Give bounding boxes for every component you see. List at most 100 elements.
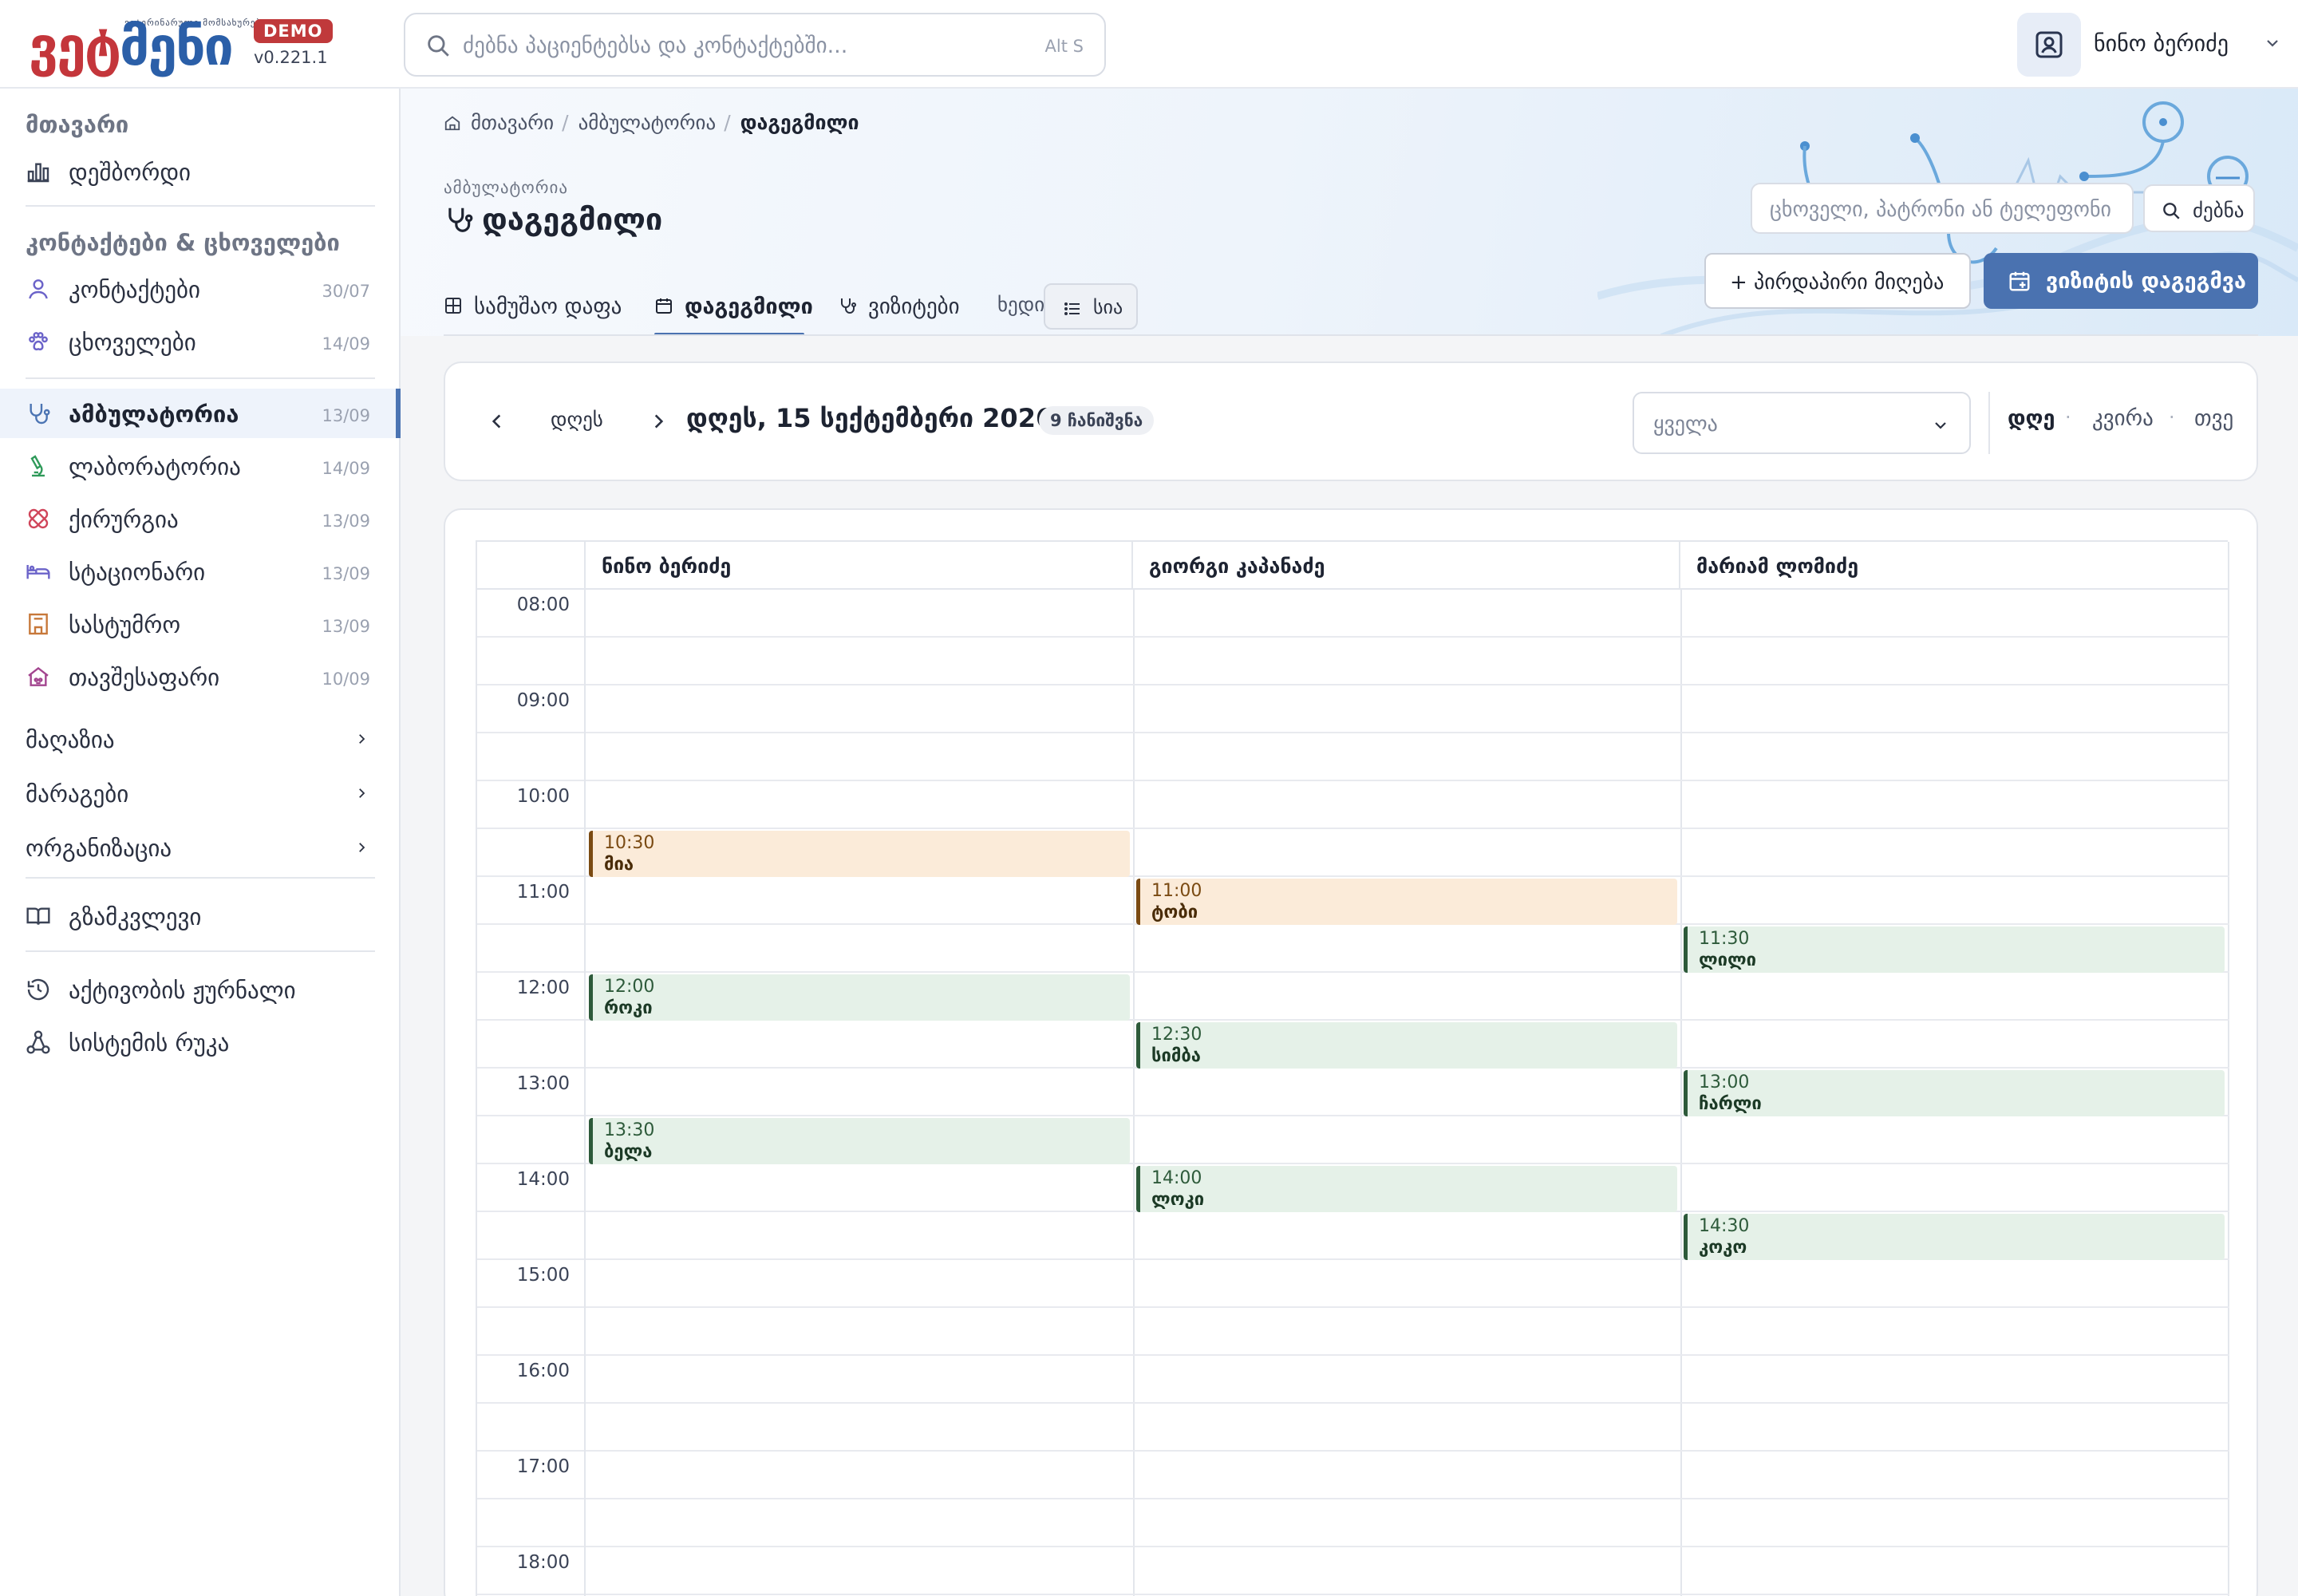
sidebar-group-shop[interactable]: მაღაზია — [0, 714, 399, 764]
calendar-card: ნინო ბერიძე გიორგი კაპანაძე მარიამ ლომიძ… — [444, 508, 2258, 1596]
global-search-placeholder: ძებნა პაციენტებსა და კონტაქტებში... — [463, 34, 848, 58]
time-slot-row[interactable]: 17:00 — [477, 1452, 2229, 1499]
appointment-pet-name: ტობი — [1151, 903, 1198, 922]
paw-icon — [29, 332, 48, 351]
view-mode-month[interactable]: თვე — [2194, 406, 2233, 431]
sidebar-item-laboratory[interactable]: ლაბორატორია 14/09 — [0, 441, 399, 491]
sidebar-group-organization[interactable]: ორგანიზაცია — [0, 823, 399, 872]
sidebar-item-label: თავშესაფარი — [69, 664, 220, 691]
tab-scheduled[interactable]: დაგეგმილი — [654, 280, 813, 336]
stethoscope-icon — [448, 207, 473, 232]
tab-visits[interactable]: ვიზიტები — [838, 280, 973, 336]
user-avatar-button[interactable] — [2017, 13, 2081, 77]
app-logo[interactable]: ვეტერინარული მომსახურება ვეტმენი — [29, 14, 266, 78]
patient-search-button[interactable]: ძებნა — [2143, 184, 2255, 232]
user-name[interactable]: ნინო ბერიძე — [2094, 30, 2229, 57]
patient-search-placeholder: ცხოველი, პატრონი ან ტელეფონი — [1770, 198, 2112, 222]
sidebar-item-date: 14/09 — [322, 459, 370, 478]
appointment-block[interactable]: 10:30 მია — [589, 831, 1130, 877]
time-slot-row[interactable] — [477, 638, 2229, 685]
time-label: 14:00 — [516, 1169, 570, 1190]
search-shortcut: Alt S — [1044, 37, 1084, 56]
sidebar-item-dashboard[interactable]: დეშბორდი — [0, 147, 399, 196]
appointment-time: 11:00 — [1151, 881, 1202, 901]
stethoscope-icon — [841, 298, 856, 314]
home-icon[interactable] — [444, 114, 461, 132]
time-cell: 10:00 — [477, 781, 586, 829]
time-slot-row[interactable]: 16:00 — [477, 1356, 2229, 1404]
sidebar-item-system-map[interactable]: სისტემის რუკა — [0, 1017, 399, 1067]
appointment-time: 13:00 — [1699, 1073, 1750, 1092]
view-mode-week[interactable]: კვირა — [2092, 406, 2154, 431]
time-slot-row[interactable] — [477, 1499, 2229, 1547]
history-icon — [27, 978, 49, 1001]
tab-workboard[interactable]: სამუშაო დაფა — [444, 280, 622, 336]
breadcrumb-home[interactable]: მთავარი — [471, 111, 554, 134]
appointment-block[interactable]: 12:30 სიმბა — [1136, 1022, 1677, 1069]
time-cell: 08:00 — [477, 590, 586, 638]
time-slot-row[interactable]: 18:00 — [477, 1547, 2229, 1595]
bandage-icon — [28, 508, 49, 529]
time-cell: 14:00 — [477, 1164, 586, 1212]
time-slot-row[interactable]: 08:00 — [477, 590, 2229, 638]
page-header: მთავარი / ამბულატორია / დაგეგმილი ამბულატორი… — [401, 89, 2298, 336]
sidebar-item-label: ცხოველები — [69, 329, 196, 356]
divider — [1988, 392, 1990, 454]
doctor-column-header: გიორგი კაპანაძე — [1133, 542, 1680, 590]
sidebar-item-animals[interactable]: ცხოველები 14/09 — [0, 317, 399, 366]
appointment-block[interactable]: 14:00 ლოკი — [1136, 1166, 1677, 1212]
appointment-pet-name: ბელა — [604, 1142, 653, 1162]
patient-search-input[interactable]: ცხოველი, პატრონი ან ტელეფონი — [1751, 183, 2134, 234]
appointment-block[interactable]: 13:30 ბელა — [589, 1118, 1130, 1164]
global-search-input[interactable]: ძებნა პაციენტებსა და კონტაქტებში... Alt … — [404, 13, 1106, 77]
sidebar-section-main: მთავარი — [26, 111, 129, 138]
chevron-right-icon[interactable] — [648, 411, 669, 432]
appointment-block[interactable]: 11:00 ტობი — [1136, 879, 1677, 925]
chevron-down-icon[interactable] — [2263, 34, 2282, 53]
time-cell — [477, 638, 586, 685]
time-label: 16:00 — [516, 1361, 570, 1381]
breadcrumb-ambulatory[interactable]: ამბულატორია — [578, 111, 717, 134]
view-mode-day[interactable]: დღე — [2008, 406, 2055, 431]
time-cell — [477, 1116, 586, 1164]
list-view-button[interactable]: სია — [1044, 283, 1138, 330]
sidebar-group-stock[interactable]: მარაგები — [0, 768, 399, 818]
tab-label: ვიზიტები — [868, 294, 960, 319]
appointment-block[interactable]: 12:00 როკი — [589, 974, 1130, 1021]
sidebar-item-label: ამბულატორია — [69, 401, 239, 428]
sidebar-item-date: 13/09 — [322, 564, 370, 583]
chevron-right-icon — [359, 734, 365, 744]
main-content: მთავარი / ამბულატორია / დაგეგმილი ამბულატორი… — [401, 89, 2298, 1596]
sidebar-item-activity-log[interactable]: აქტივობის ჟურნალი — [0, 965, 399, 1014]
time-slot-row[interactable] — [477, 1404, 2229, 1452]
time-slot-row[interactable] — [477, 1308, 2229, 1356]
sidebar-item-hotel[interactable]: სასტუმრო 13/09 — [0, 599, 399, 649]
network-icon — [26, 1030, 50, 1054]
appointment-block[interactable]: 13:00 ჩარლი — [1684, 1070, 2225, 1116]
book-icon — [26, 907, 50, 925]
doctor-filter-select[interactable]: ყველა — [1633, 392, 1971, 454]
current-date-label: დღეს, 15 სექტემბერი 2026 — [686, 403, 1054, 433]
chevron-left-icon[interactable] — [487, 411, 507, 432]
appointment-time: 14:00 — [1151, 1168, 1202, 1188]
page-eyebrow: ამბულატორია — [444, 178, 568, 197]
time-slot-row[interactable] — [477, 733, 2229, 781]
appointment-block[interactable]: 14:30 კოკო — [1684, 1214, 2225, 1260]
sidebar-item-ambulatory[interactable]: ამბულატორია 13/09 — [0, 389, 401, 438]
chevron-down-icon — [1935, 422, 1946, 429]
today-button[interactable]: დღეს — [551, 408, 603, 431]
time-cell: 11:00 — [477, 877, 586, 925]
sidebar-item-label: აქტივობის ჟურნალი — [69, 977, 296, 1004]
appointment-pet-name: მია — [604, 855, 634, 875]
doctor-column-header: ნინო ბერიძე — [586, 542, 1133, 590]
appointment-time: 12:30 — [1151, 1025, 1202, 1045]
appointment-block[interactable]: 11:30 ლილი — [1684, 926, 2225, 973]
sidebar-item-surgery[interactable]: ქირურგია 13/09 — [0, 494, 399, 543]
sidebar-item-shelter[interactable]: თავშესაფარი 10/09 — [0, 652, 399, 701]
sidebar-item-inpatient[interactable]: სტაციონარი 13/09 — [0, 547, 399, 596]
sidebar-item-guide[interactable]: გზამკვლევი — [0, 891, 399, 941]
time-slot-row[interactable]: 15:00 — [477, 1260, 2229, 1308]
time-slot-row[interactable]: 10:00 — [477, 781, 2229, 829]
sidebar-item-contacts[interactable]: კონტაქტები 30/07 — [0, 264, 399, 314]
time-slot-row[interactable]: 09:00 — [477, 685, 2229, 733]
